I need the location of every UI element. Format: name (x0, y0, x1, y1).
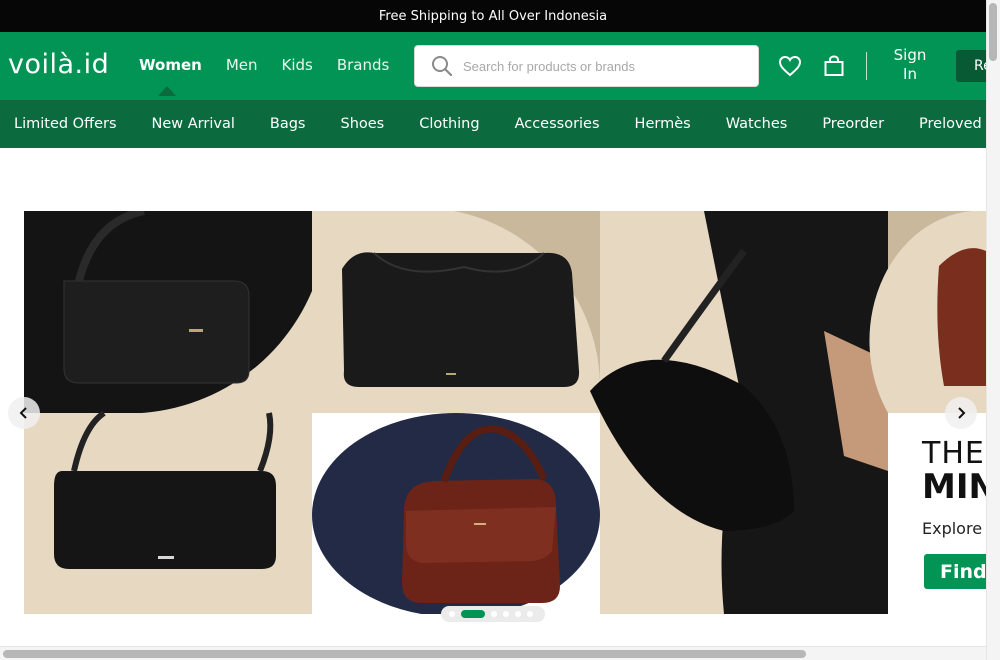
header-divider (866, 52, 867, 80)
sign-in-label-2: In (903, 65, 917, 83)
search-box[interactable] (414, 45, 759, 87)
category-bags[interactable]: Bags (270, 116, 306, 132)
carousel-prev-button[interactable] (8, 397, 40, 429)
heart-icon[interactable] (778, 54, 802, 78)
announcement-text: Free Shipping to All Over Indonesia (378, 8, 608, 24)
carousel-dot[interactable] (527, 611, 533, 617)
carousel-dot[interactable] (491, 611, 497, 617)
nav-brands[interactable]: Brands (337, 56, 390, 74)
announcement-bar: Free Shipping to All Over Indonesia (0, 0, 986, 32)
category-bar: Limited Offers New Arrival Bags Shoes Cl… (0, 100, 986, 148)
category-preloved[interactable]: Preloved (919, 116, 982, 132)
category-preorder[interactable]: Preorder (822, 116, 884, 132)
site-logo[interactable]: voilà.id (8, 49, 109, 80)
carousel-dot[interactable] (503, 611, 509, 617)
vertical-scrollbar[interactable] (986, 0, 1000, 660)
horizontal-scrollbar[interactable] (0, 646, 986, 660)
sign-in-label-1: Sign (893, 46, 927, 64)
category-clothing[interactable]: Clothing (419, 116, 479, 132)
gender-nav: Women Men Kids Brands (139, 56, 413, 74)
carousel-dot-active[interactable] (461, 610, 485, 618)
hero-collage (24, 211, 986, 614)
category-watches[interactable]: Watches (726, 116, 788, 132)
hero-banner[interactable] (24, 211, 986, 614)
search-input[interactable] (463, 58, 743, 74)
category-accessories[interactable]: Accessories (515, 116, 600, 132)
category-limited-offers[interactable]: Limited Offers (14, 116, 117, 132)
chevron-right-icon (958, 407, 966, 419)
search-icon (432, 56, 453, 77)
nav-kids[interactable]: Kids (282, 56, 313, 74)
category-hermes[interactable]: Hermès (635, 116, 691, 132)
vertical-scrollbar-thumb[interactable] (989, 3, 997, 61)
horizontal-scrollbar-thumb[interactable] (3, 650, 806, 658)
browser-viewport: Free Shipping to All Over Indonesia voil… (0, 0, 1000, 660)
active-nav-caret (158, 86, 176, 96)
main-header: voilà.id Women Men Kids Brands Search fo… (0, 32, 1000, 100)
chevron-left-icon (19, 407, 27, 419)
category-new-arrival[interactable]: New Arrival (152, 116, 235, 132)
nav-men[interactable]: Men (226, 56, 258, 74)
category-shoes[interactable]: Shoes (340, 116, 384, 132)
sign-in-button[interactable]: Sign In (888, 46, 932, 84)
nav-women[interactable]: Women (139, 56, 202, 74)
shopping-bag-icon[interactable] (822, 54, 846, 78)
carousel-dots (441, 606, 545, 622)
carousel-dot[interactable] (515, 611, 521, 617)
carousel-dot[interactable] (449, 611, 455, 617)
carousel-next-button[interactable] (945, 397, 977, 429)
